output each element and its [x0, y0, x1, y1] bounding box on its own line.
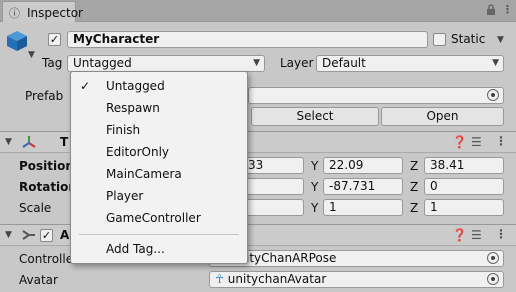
scale-z-axis[interactable]: Z — [410, 201, 418, 215]
transform-icon — [22, 135, 36, 152]
menu-icon[interactable]: ⋮ — [502, 3, 513, 16]
menu-separator — [79, 234, 239, 235]
foldout-icon[interactable]: ▼ — [5, 137, 12, 147]
scale-y-axis[interactable]: Y — [311, 201, 318, 215]
scale-x-field[interactable] — [242, 199, 304, 216]
position-z-axis[interactable]: Z — [410, 159, 418, 173]
scale-z-field[interactable]: 1 — [424, 199, 504, 216]
tab-inspector[interactable]: ⓘ Inspector — [2, 1, 83, 22]
scale-y-field[interactable]: 1 — [323, 199, 403, 216]
position-y-field[interactable]: 22.09 — [323, 157, 403, 174]
menu-item-untagged[interactable]: Untagged — [106, 79, 165, 93]
position-y-axis[interactable]: Y — [311, 159, 318, 173]
position-label: Position — [19, 159, 74, 173]
menu-item-maincamera[interactable]: MainCamera — [106, 167, 182, 181]
tab-label: Inspector — [27, 6, 83, 20]
preset-icon[interactable]: ☰ — [471, 228, 482, 242]
cube-icon — [7, 31, 27, 51]
avatar-field[interactable]: ☥ unitychanAvatar — [209, 271, 504, 288]
tag-value: Untagged — [73, 56, 132, 70]
rotation-y-field[interactable]: -87.731 — [323, 178, 403, 195]
menu-icon[interactable]: ⋮ — [495, 227, 507, 241]
rotation-z-axis[interactable]: Z — [410, 180, 418, 194]
lock-icon[interactable] — [486, 4, 496, 19]
animator-enabled-checkbox[interactable]: ✓ — [40, 229, 53, 242]
static-label: Static — [451, 32, 486, 46]
menu-item-gamecontroller[interactable]: GameController — [106, 211, 201, 225]
avatar-value: unitychanAvatar — [227, 272, 327, 286]
transform-title: T — [60, 135, 69, 149]
avatar-icon: ☥ — [215, 272, 224, 286]
rotation-z-field[interactable]: 0 — [424, 178, 504, 195]
object-picker-icon[interactable] — [487, 89, 499, 101]
gameobject-cube-icon — [6, 30, 28, 55]
checkmark-icon: ✓ — [80, 79, 91, 93]
active-checkbox[interactable]: ✓ — [48, 33, 61, 46]
help-icon[interactable]: ❓ — [452, 228, 467, 242]
rotation-y-axis[interactable]: Y — [311, 180, 318, 194]
gameobject-name-input[interactable]: MyCharacter — [67, 31, 428, 48]
prefab-asset-field[interactable] — [248, 87, 504, 104]
menu-item-editoronly[interactable]: EditorOnly — [106, 145, 169, 159]
static-checkbox[interactable] — [433, 33, 446, 46]
layer-dropdown[interactable]: Default ▼ — [316, 55, 504, 72]
menu-item-respawn[interactable]: Respawn — [106, 101, 160, 115]
menu-item-player[interactable]: Player — [106, 189, 143, 203]
chevron-down-icon: ▼ — [492, 58, 499, 68]
prefab-label: Prefab — [25, 89, 64, 103]
animator-icon — [22, 228, 36, 245]
rotation-x-field[interactable] — [242, 178, 304, 195]
prefab-select-button[interactable]: Select — [251, 107, 379, 126]
cube-dropdown-icon[interactable]: ▼ — [28, 50, 35, 60]
layer-value: Default — [322, 56, 366, 70]
inspector-icon: ⓘ — [9, 7, 20, 20]
rotation-label: Rotation — [19, 180, 77, 194]
controller-field[interactable]: ⚙ UnityChanARPose — [209, 250, 504, 267]
scale-label: Scale — [19, 201, 52, 215]
help-icon[interactable]: ❓ — [452, 135, 467, 149]
foldout-icon[interactable]: ▼ — [5, 230, 12, 240]
menu-item-finish[interactable]: Finish — [106, 123, 140, 137]
position-x-field[interactable]: 33 — [242, 157, 304, 174]
object-picker-icon[interactable] — [487, 252, 499, 264]
animator-title: A — [60, 228, 70, 242]
layer-label: Layer — [280, 56, 314, 70]
tag-label: Tag — [42, 56, 63, 70]
prefab-open-button[interactable]: Open — [381, 107, 504, 126]
chevron-down-icon: ▼ — [253, 58, 260, 68]
object-picker-icon[interactable] — [487, 273, 499, 285]
tag-dropdown-menu: ✓ Untagged Respawn Finish EditorOnly Mai… — [70, 71, 248, 264]
preset-icon[interactable]: ☰ — [471, 135, 482, 149]
menu-item-add-tag[interactable]: Add Tag... — [106, 242, 165, 256]
static-dropdown-icon[interactable]: ▼ — [497, 35, 504, 45]
position-z-field[interactable]: 38.41 — [424, 157, 504, 174]
avatar-label: Avatar — [19, 273, 58, 287]
menu-icon[interactable]: ⋮ — [495, 134, 507, 148]
tag-dropdown[interactable]: Untagged ▼ — [67, 55, 265, 72]
